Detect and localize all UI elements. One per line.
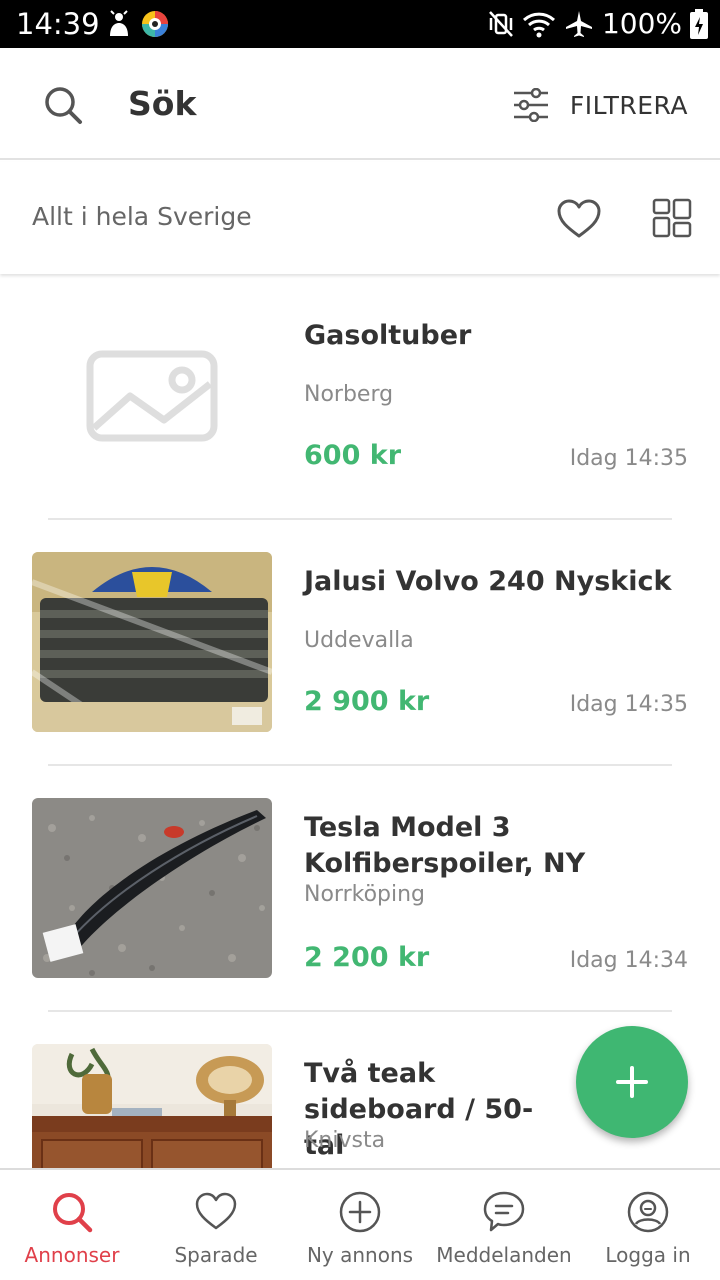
listing-item[interactable]: Jalusi Volvo 240 Nyskick Uddevalla 2 900… xyxy=(0,520,720,766)
user-icon xyxy=(627,1191,669,1233)
location-selector[interactable]: Allt i hela Sverige xyxy=(32,200,252,234)
notification-icon xyxy=(110,10,128,36)
status-right: 100% xyxy=(488,8,708,40)
chat-icon xyxy=(483,1191,525,1232)
airplane-icon xyxy=(565,11,592,37)
filter-sliders-icon xyxy=(513,88,548,122)
filter-button[interactable]: FILTRERA xyxy=(512,82,688,128)
sideboard-photo xyxy=(32,1044,272,1170)
search-icon xyxy=(53,1193,93,1233)
listing-item[interactable]: Gasoltuber Norberg 600 kr Idag 14:35 xyxy=(0,274,720,520)
nav-label: Ny annons xyxy=(306,1243,414,1267)
app-icon xyxy=(142,11,168,37)
vibrate-icon xyxy=(489,11,513,37)
plus-circle-icon xyxy=(339,1191,381,1233)
wifi-icon xyxy=(522,12,555,38)
listing-item[interactable]: Tesla Model 3 Kolfiberspoiler, NY Norrkö… xyxy=(0,766,720,1012)
search-header: Sök FILTRERA xyxy=(0,48,720,160)
status-bar: 14:39 100% xyxy=(0,0,720,48)
nav-label: Meddelanden xyxy=(436,1243,572,1267)
battery-percent: 100% xyxy=(601,7,682,40)
listing-title: Jalusi Volvo 240 Nyskick xyxy=(304,566,672,597)
nav-label: Sparade xyxy=(174,1243,258,1267)
heart-icon xyxy=(195,1192,237,1230)
search-title[interactable]: Sök xyxy=(128,84,196,124)
nav-label: Annonser xyxy=(24,1243,120,1267)
spoiler-photo xyxy=(32,798,272,978)
volvo-grille-photo xyxy=(32,552,272,732)
bottom-navigation: Annonser Sparade Ny annons Meddelanden L… xyxy=(0,1168,720,1280)
listing-title: Tesla Model 3 Kolfiberspoiler, NY xyxy=(304,812,586,879)
listing-time: Idag 14:35 xyxy=(569,446,688,471)
status-time: 14:39 xyxy=(16,7,100,41)
grid-view-icon[interactable] xyxy=(652,198,692,238)
search-icon[interactable] xyxy=(40,82,86,128)
listing-title: Gasoltuber xyxy=(304,320,472,351)
nav-annonser[interactable]: Annonser xyxy=(0,1170,144,1280)
listing-location: Knivsta xyxy=(304,1128,386,1153)
listing-time: Idag 14:34 xyxy=(569,948,688,973)
location-bar: Allt i hela Sverige xyxy=(0,162,720,274)
listing-price: 2 900 kr xyxy=(304,686,430,717)
save-search-heart-icon[interactable] xyxy=(556,198,602,240)
listing-price: 2 200 kr xyxy=(304,942,430,973)
nav-logga-in[interactable]: Logga in xyxy=(576,1170,720,1280)
placeholder-image-icon xyxy=(32,306,272,486)
nav-meddelanden[interactable]: Meddelanden xyxy=(432,1170,576,1280)
listing-time: Idag 14:35 xyxy=(569,692,688,717)
filter-label: FILTRERA xyxy=(569,90,688,120)
plus-icon xyxy=(616,1066,648,1098)
listing-location: Uddevalla xyxy=(304,628,414,653)
listing-location: Norberg xyxy=(304,382,394,407)
battery-icon xyxy=(690,9,708,39)
nav-label: Logga in xyxy=(605,1243,691,1267)
listing-price: 600 kr xyxy=(304,440,402,471)
listing-location: Norrköping xyxy=(304,882,426,907)
new-listing-fab[interactable] xyxy=(576,1026,688,1138)
nav-ny-annons[interactable]: Ny annons xyxy=(288,1170,432,1280)
nav-sparade[interactable]: Sparade xyxy=(144,1170,288,1280)
